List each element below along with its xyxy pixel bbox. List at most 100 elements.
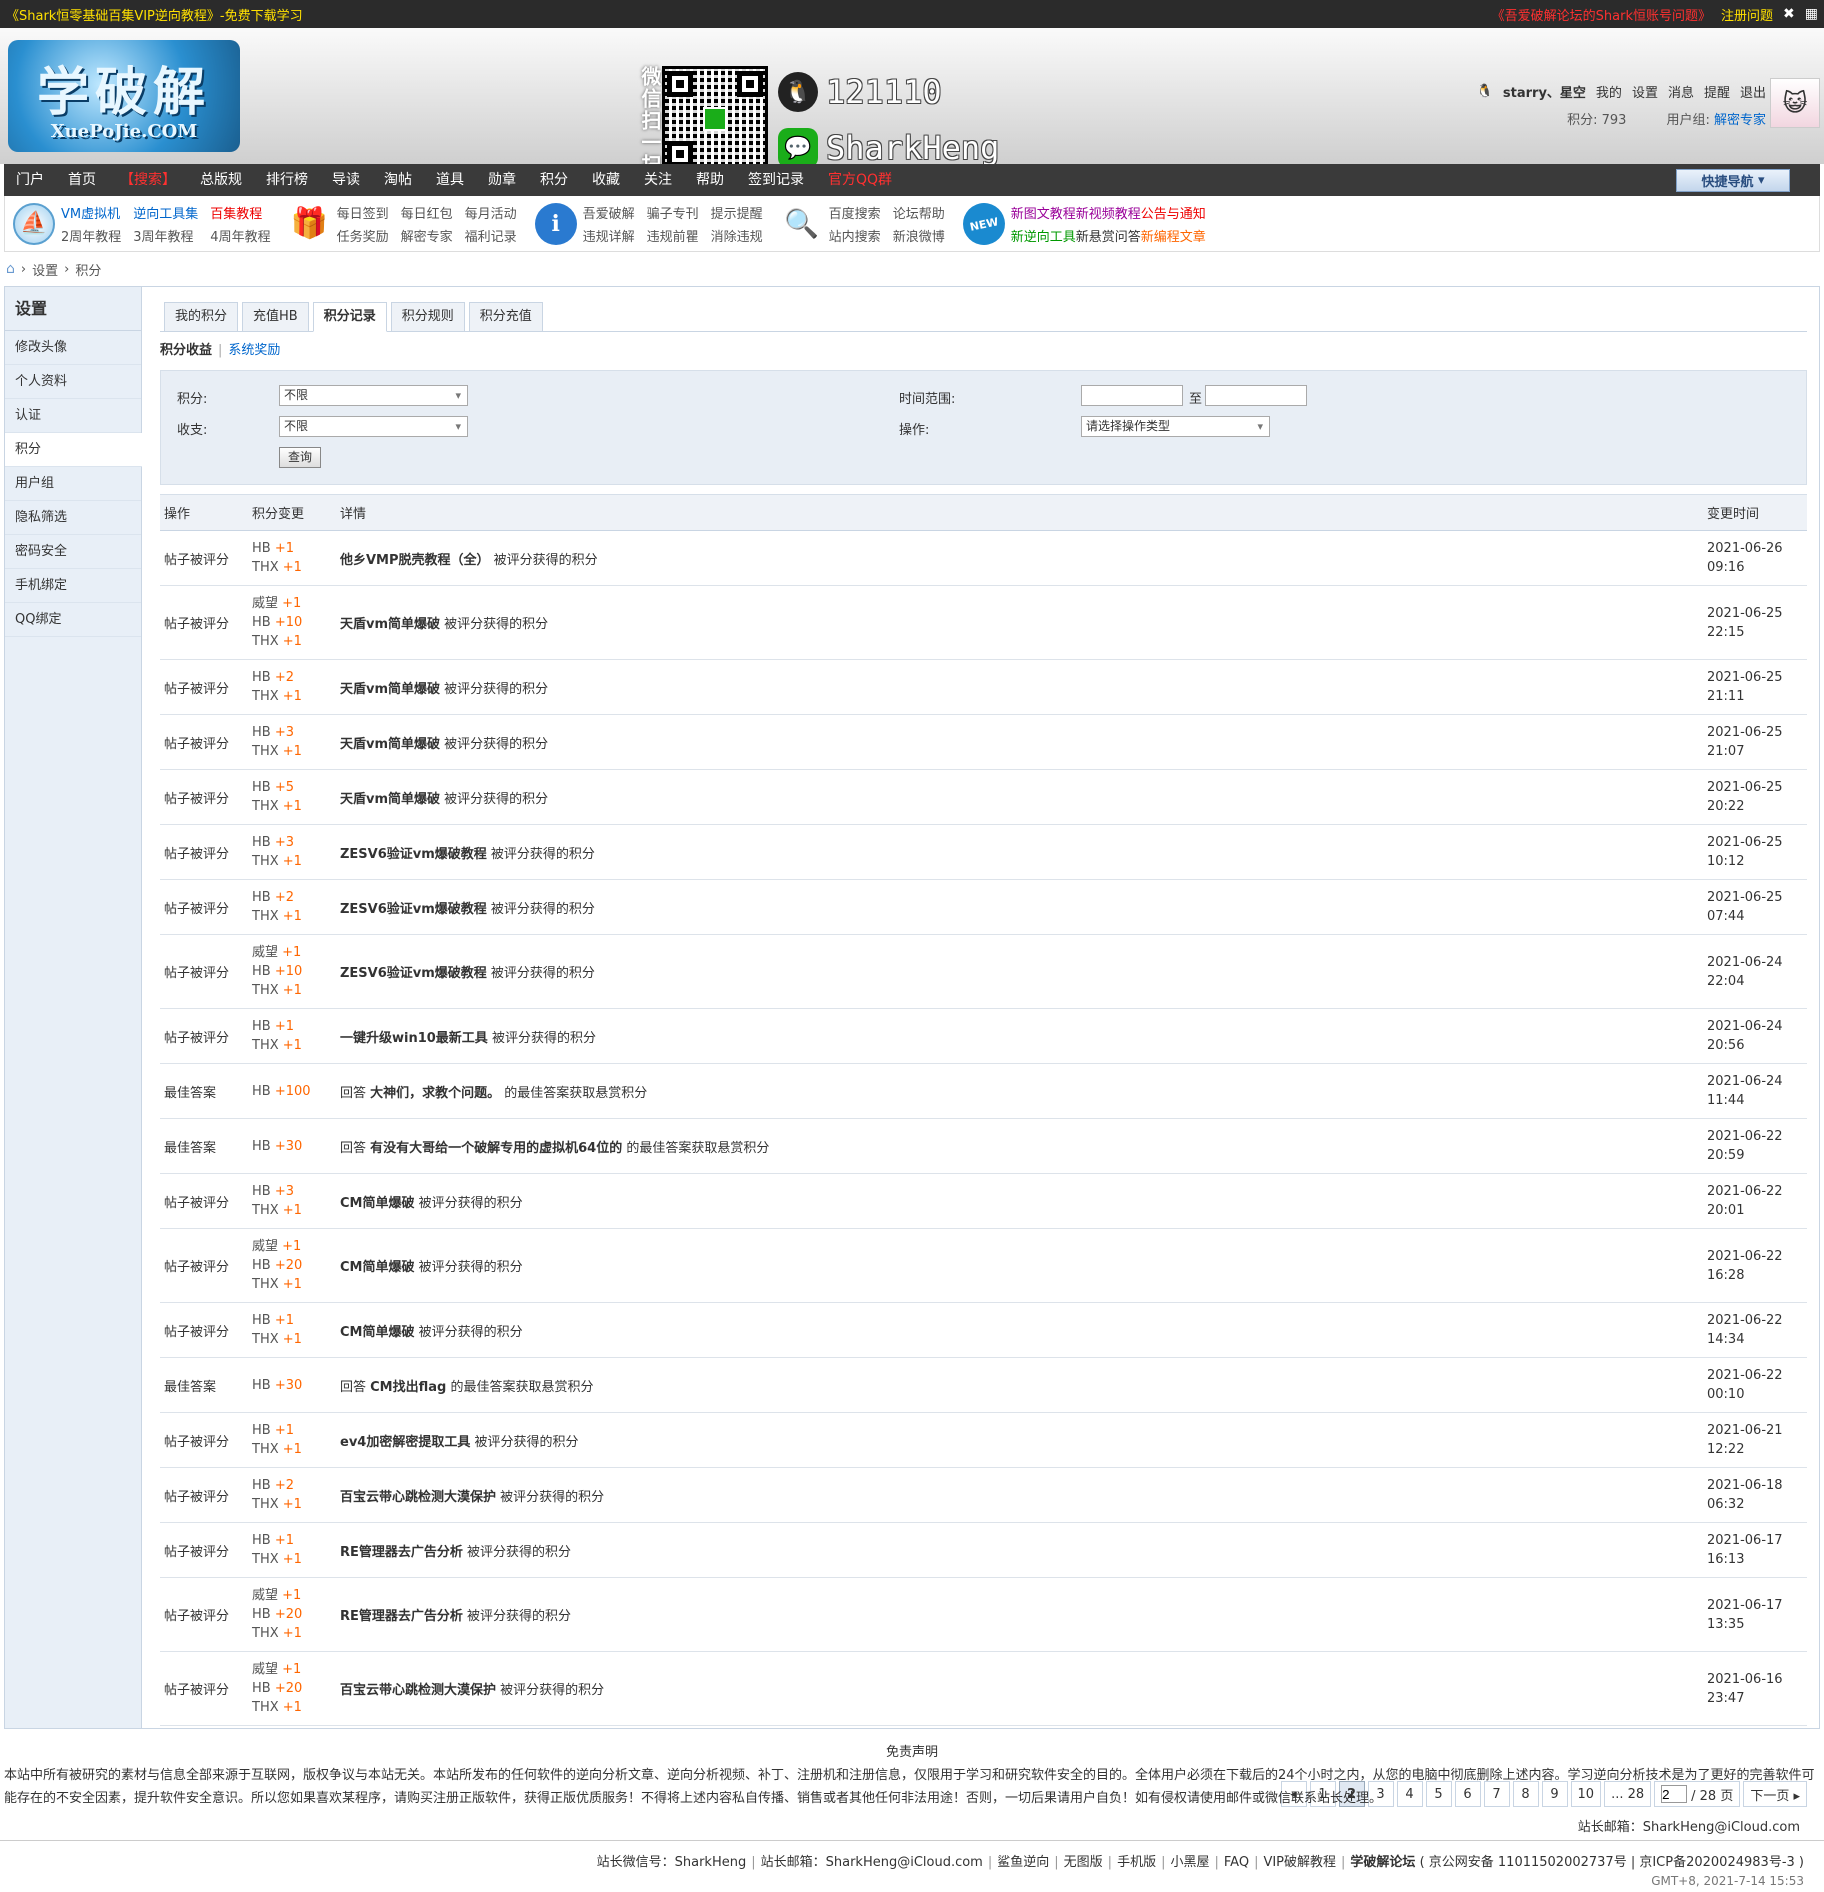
nav-item-points[interactable]: 积分 — [528, 164, 580, 196]
nav-item-medals[interactable]: 勋章 — [476, 164, 528, 196]
nav-item-favorites[interactable]: 收藏 — [580, 164, 632, 196]
query-button[interactable]: 查询 — [279, 447, 322, 468]
promo-link[interactable]: 《Shark恒零基础百集VIP逆向教程》-免费下载学习 — [6, 5, 303, 24]
sidebar-item-avatar[interactable]: 修改头像 — [5, 331, 141, 365]
footer-link[interactable]: FAQ — [1224, 1855, 1249, 1870]
nav-item-home[interactable]: 首页 — [56, 164, 108, 196]
messages-link[interactable]: 消息 — [1668, 82, 1694, 101]
nav-item-portal[interactable]: 门户 — [4, 164, 56, 196]
nav-item-qq-group[interactable]: 官方QQ群 — [816, 164, 904, 196]
nav-item-search[interactable]: 【搜索】 — [108, 164, 188, 196]
tab-points-recharge[interactable]: 积分充值 — [468, 302, 543, 332]
quick-link-new-bounty[interactable]: 新悬赏问答 — [1076, 230, 1141, 245]
thread-link[interactable]: CM简单爆破 — [340, 1196, 414, 1211]
nav-item-follow[interactable]: 关注 — [632, 164, 684, 196]
quick-link-announce[interactable]: 公告与通知 — [1141, 207, 1206, 222]
filter-points-select[interactable]: 不限 — [279, 385, 468, 406]
quick-link-tasks[interactable]: 任务奖励 — [337, 226, 389, 245]
quick-link-tools[interactable]: 逆向工具集 — [133, 203, 198, 222]
footer-site-name[interactable]: 学破解论坛 — [1350, 1855, 1415, 1870]
nav-item-props[interactable]: 道具 — [424, 164, 476, 196]
quick-link-monthly[interactable]: 每月活动 — [465, 203, 517, 222]
quick-link-4y[interactable]: 4周年教程 — [210, 226, 270, 245]
quick-link-tips[interactable]: 提示提醒 — [711, 203, 763, 222]
quick-link-violation-prev[interactable]: 违规前瞿 — [647, 226, 699, 245]
reminders-link[interactable]: 提醒 — [1704, 82, 1730, 101]
nav-item-guide[interactable]: 导读 — [320, 164, 372, 196]
palette-icon[interactable]: ▦ — [1805, 6, 1818, 22]
thread-link[interactable]: 他乡VMP脱壳教程（全） — [340, 553, 490, 568]
nav-item-help[interactable]: 帮助 — [684, 164, 736, 196]
nav-item-checkin-log[interactable]: 签到记录 — [736, 164, 816, 196]
thread-link[interactable]: CM简单爆破 — [340, 1260, 414, 1275]
quick-link-expert[interactable]: 解密专家 — [401, 226, 453, 245]
footer-link[interactable]: 站长邮箱：SharkHeng@iCloud.com — [761, 1855, 983, 1870]
quick-link-new-article[interactable]: 新图文教程 — [1011, 207, 1076, 222]
tab-points-log[interactable]: 积分记录 — [312, 302, 387, 332]
thread-link[interactable]: CM简单爆破 — [340, 1325, 414, 1340]
subtab-system-reward[interactable]: 系统奖励 — [228, 343, 280, 358]
quick-link-scam[interactable]: 骗子专刊 — [647, 203, 699, 222]
quick-link-2y[interactable]: 2周年教程 — [61, 226, 121, 245]
thread-link[interactable]: 天盾vm简单爆破 — [340, 682, 440, 697]
sidebar-item-points[interactable]: 积分 — [5, 433, 142, 467]
quick-link-3y[interactable]: 3周年教程 — [133, 226, 198, 245]
nav-item-rules[interactable]: 总版规 — [188, 164, 254, 196]
quick-nav-button[interactable]: 快捷导航 ▾ — [1676, 169, 1790, 192]
quick-link-redpacket[interactable]: 每日红包 — [401, 203, 453, 222]
thread-link[interactable]: 有没有大哥给一个破解专用的虚拟机64位的 — [370, 1141, 622, 1156]
thread-link[interactable]: CM找出flag — [370, 1380, 446, 1395]
footer-icp[interactable]: 京公网安备 11011502002737号 | 京ICP备2020024983号… — [1429, 1855, 1795, 1870]
time-end-input[interactable] — [1205, 385, 1307, 406]
thread-link[interactable]: 天盾vm简单爆破 — [340, 737, 440, 752]
thread-link[interactable]: RE管理器去广告分析 — [340, 1609, 463, 1624]
footer-link[interactable]: 无图版 — [1064, 1855, 1103, 1870]
footer-link[interactable]: VIP破解教程 — [1263, 1855, 1336, 1870]
tab-points-rules[interactable]: 积分规则 — [390, 302, 465, 332]
thread-link[interactable]: 百宝云带心跳检测大漠保护 — [340, 1683, 496, 1698]
subtab-income[interactable]: 积分收益 — [160, 343, 212, 358]
thread-link[interactable]: ZESV6验证vm爆破教程 — [340, 902, 487, 917]
site-logo[interactable]: 学破解 XuePoJie.COM — [8, 40, 240, 152]
quick-link-vm[interactable]: VM虚拟机 — [61, 203, 121, 222]
footer-link[interactable]: 手机版 — [1117, 1855, 1156, 1870]
avatar[interactable]: 😺 — [1770, 78, 1820, 128]
sidebar-item-qq[interactable]: QQ绑定 — [5, 603, 141, 637]
thread-link[interactable]: ZESV6验证vm爆破教程 — [340, 847, 487, 862]
footer-link[interactable]: 站长微信号：SharkHeng — [597, 1855, 747, 1870]
footer-link[interactable]: 鲨鱼逆向 — [997, 1855, 1049, 1870]
logout-link[interactable]: 退出 — [1740, 82, 1766, 101]
quick-link-new-video[interactable]: 新视频教程 — [1076, 207, 1141, 222]
register-help-link[interactable]: 注册问题 — [1721, 5, 1773, 24]
close-icon[interactable]: ✖ — [1783, 6, 1795, 22]
quick-link-violation[interactable]: 违规详解 — [583, 226, 635, 245]
thread-link[interactable]: 百宝云带心跳检测大漠保护 — [340, 1490, 496, 1505]
home-icon[interactable]: ⌂ — [6, 261, 15, 277]
thread-link[interactable]: RE管理器去广告分析 — [340, 1545, 463, 1560]
quick-link-52pojie[interactable]: 吾爱破解 — [583, 203, 635, 222]
thread-link[interactable]: 天盾vm简单爆破 — [340, 792, 440, 807]
user-group-value[interactable]: 解密专家 — [1714, 113, 1766, 128]
thread-link[interactable]: ev4加密解密提取工具 — [340, 1435, 470, 1450]
tab-my-points[interactable]: 我的积分 — [164, 302, 239, 332]
quick-link-new-code[interactable]: 新编程文章 — [1141, 230, 1206, 245]
sidebar-item-profile[interactable]: 个人资料 — [5, 365, 141, 399]
notice-link[interactable]: 《吾爱破解论坛的Shark恒账号问题》 — [1492, 5, 1711, 24]
quick-link-weibo[interactable]: 新浪微博 — [893, 226, 945, 245]
filter-op-select[interactable]: 请选择操作类型 — [1081, 416, 1270, 437]
thread-link[interactable]: ZESV6验证vm爆破教程 — [340, 966, 487, 981]
quick-link-forum-help[interactable]: 论坛帮助 — [893, 203, 945, 222]
username-link[interactable]: starry、星空 — [1503, 82, 1586, 101]
points-link[interactable]: 积分: 793 — [1567, 109, 1626, 128]
quick-link-checkin[interactable]: 每日签到 — [337, 203, 389, 222]
quick-link-welfare[interactable]: 福利记录 — [465, 226, 517, 245]
thread-link[interactable]: 大神们，求教个问题。 — [370, 1086, 500, 1101]
tab-recharge-hb[interactable]: 充值HB — [242, 302, 309, 332]
thread-link[interactable]: 天盾vm简单爆破 — [340, 617, 440, 632]
nav-item-ranking[interactable]: 排行榜 — [254, 164, 320, 196]
time-start-input[interactable] — [1081, 385, 1183, 406]
sidebar-item-verify[interactable]: 认证 — [5, 399, 141, 433]
quick-link-new-tools[interactable]: 新逆向工具 — [1011, 230, 1076, 245]
nav-item-collection[interactable]: 淘帖 — [372, 164, 424, 196]
quick-link-hundred[interactable]: 百集教程 — [210, 203, 270, 222]
